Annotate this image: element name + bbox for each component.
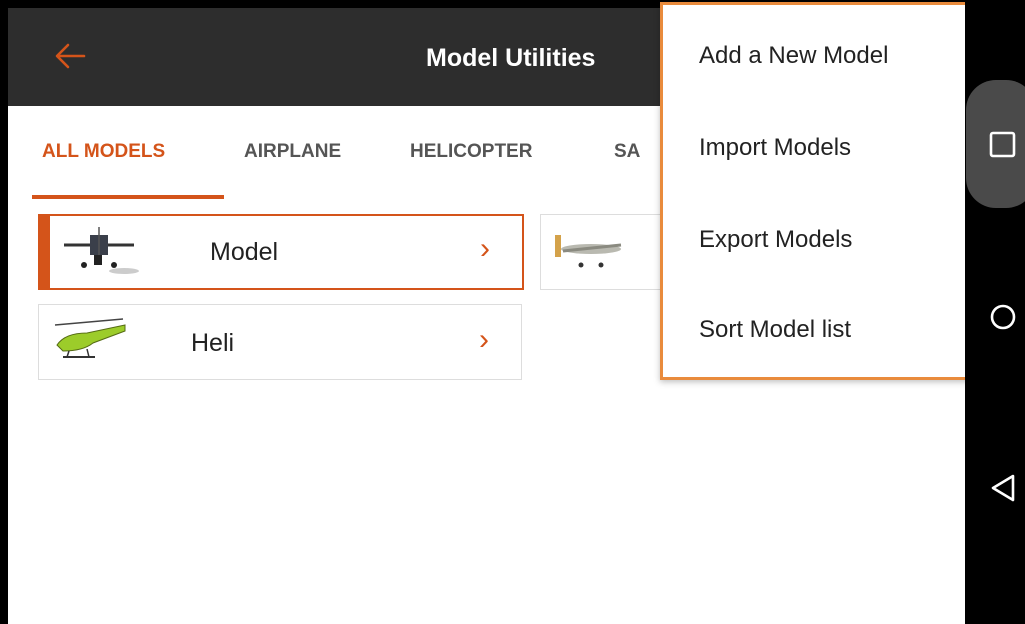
model-card-model[interactable]: Model › <box>38 214 524 290</box>
tab-airplane[interactable]: AIRPLANE <box>244 141 341 163</box>
chevron-right-icon: › <box>480 232 490 265</box>
tab-helicopter[interactable]: HELICOPTER <box>410 141 532 163</box>
plane-thumbnail <box>545 221 635 279</box>
selection-bar <box>40 216 50 288</box>
triangle-back-icon[interactable] <box>988 472 1018 504</box>
menu-item-export-models[interactable]: Export Models <box>699 226 852 254</box>
active-tab-indicator <box>32 195 224 199</box>
helicopter-thumbnail <box>43 311 133 369</box>
page-title: Model Utilities <box>426 44 596 72</box>
tab-sailplane[interactable]: SA <box>614 141 640 163</box>
model-name: Heli <box>191 329 235 357</box>
menu-item-add-new-model[interactable]: Add a New Model <box>699 42 888 70</box>
menu-item-sort-model-list[interactable]: Sort Model list <box>699 316 851 344</box>
menu-item-import-models[interactable]: Import Models <box>699 134 851 162</box>
square-icon[interactable] <box>988 130 1018 160</box>
frame-left <box>0 0 8 624</box>
circle-icon[interactable] <box>988 302 1018 332</box>
warbird-plane-thumbnail <box>54 219 144 277</box>
chevron-right-icon: › <box>479 323 489 356</box>
model-card-heli[interactable]: Heli › <box>38 304 522 380</box>
arrow-left-icon[interactable] <box>50 36 90 76</box>
overflow-menu: Add a New Model Import Models Export Mod… <box>660 2 974 380</box>
tab-all-models[interactable]: ALL MODELS <box>42 141 165 163</box>
model-name: Model <box>210 238 279 266</box>
